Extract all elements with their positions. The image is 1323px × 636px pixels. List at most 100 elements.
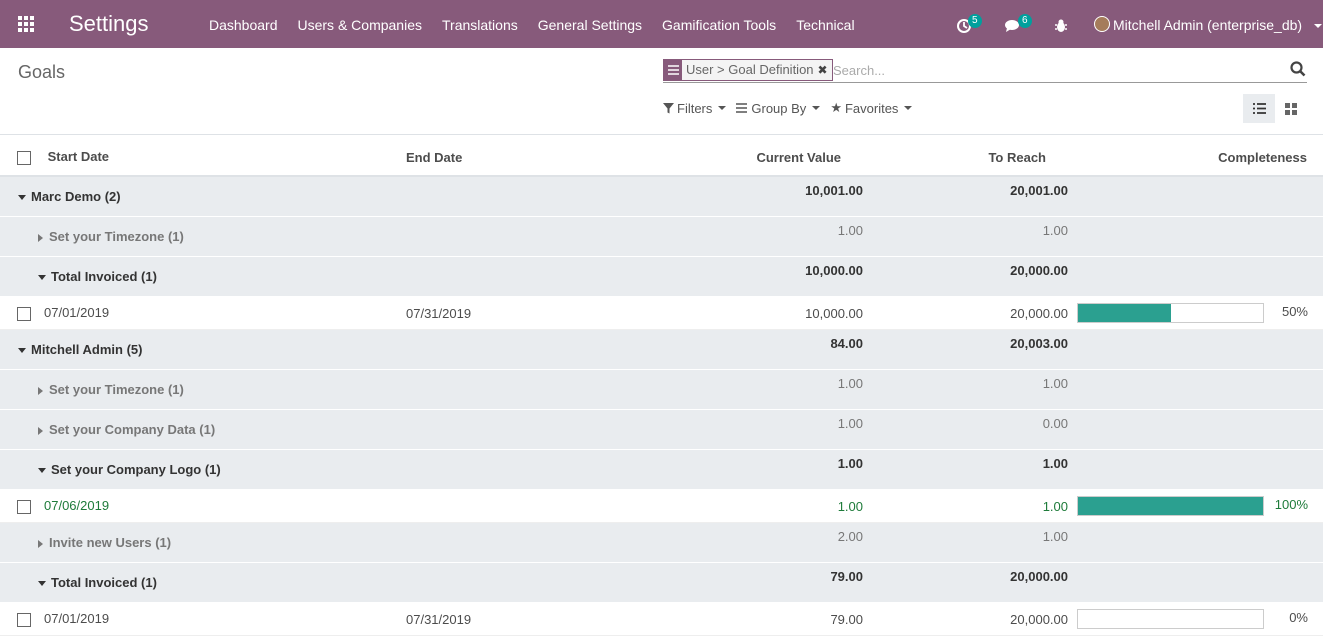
- column-current-value[interactable]: Current Value: [706, 139, 863, 177]
- group-to-reach: 20,001.00: [863, 176, 1068, 217]
- end-date: [406, 489, 706, 523]
- group-to-reach: 1.00: [863, 522, 1068, 563]
- menu-item-translations[interactable]: Translations: [432, 0, 528, 48]
- group-row[interactable]: Set your Company Logo (1) 1.00 1.00: [0, 449, 1323, 490]
- breadcrumb: Goals: [18, 62, 66, 82]
- apps-menu-icon[interactable]: [18, 16, 36, 32]
- progress-bar: [1077, 609, 1264, 629]
- group-current-value: 1.00: [706, 449, 863, 490]
- group-row[interactable]: Set your Company Data (1) 1.00 0.00: [0, 409, 1323, 450]
- user-menu[interactable]: Mitchell Admin (enterprise_db): [1113, 0, 1322, 48]
- kanban-view-button[interactable]: [1275, 94, 1307, 123]
- row-checkbox[interactable]: [17, 612, 31, 627]
- group-by-dropdown[interactable]: Group By: [736, 100, 821, 116]
- list-icon: [1252, 103, 1266, 114]
- search-options: Filters Group By ★ Favorites: [663, 100, 922, 116]
- menu-item-gamification-tools[interactable]: Gamification Tools: [652, 0, 786, 48]
- select-all-checkbox[interactable]: [17, 150, 31, 165]
- menu-item-technical[interactable]: Technical: [786, 0, 864, 48]
- group-by-facet-icon: [664, 60, 682, 80]
- caret-down-icon: [38, 468, 46, 474]
- current-value: 10,000.00: [706, 296, 863, 330]
- caret-right-icon: [38, 233, 43, 242]
- group-current-value: 2.00: [706, 522, 863, 563]
- menu-item-users-companies[interactable]: Users & Companies: [288, 0, 433, 48]
- start-date: 07/06/2019: [44, 498, 110, 514]
- search-facet-value: User > Goal Definition: [682, 60, 818, 80]
- caret-right-icon: [38, 539, 43, 548]
- group-row[interactable]: Set your Timezone (1) 1.00 1.00: [0, 216, 1323, 257]
- list-header: Start Date End Date Current Value To Rea…: [0, 139, 1323, 177]
- caret-down-icon: [1313, 24, 1322, 29]
- facet-remove-icon[interactable]: ✖: [817, 60, 832, 80]
- bug-icon: [1055, 19, 1067, 32]
- list-view-button[interactable]: [1243, 94, 1275, 123]
- group-to-reach: 20,000.00: [863, 256, 1068, 297]
- column-completeness[interactable]: Completeness: [1068, 139, 1323, 177]
- main-navbar: Settings Dashboard Users & Companies Tra…: [0, 0, 1323, 48]
- filters-dropdown[interactable]: Filters: [663, 100, 727, 116]
- table-row[interactable]: 07/06/2019 1.00 1.00 100%: [0, 489, 1323, 523]
- goals-list: Start Date End Date Current Value To Rea…: [0, 139, 1323, 636]
- completeness-value: 0%: [1289, 610, 1308, 626]
- group-current-value: 84.00: [706, 329, 863, 370]
- table-row[interactable]: 07/01/2019 07/31/2019 79.00 20,000.00 0%: [0, 602, 1323, 636]
- progress-fill: [1078, 497, 1263, 515]
- to-reach: 1.00: [863, 489, 1068, 523]
- to-reach: 20,000.00: [863, 296, 1068, 330]
- caret-right-icon: [38, 386, 43, 395]
- view-switcher: [1243, 94, 1307, 123]
- group-label: Invite new Users (1): [49, 535, 172, 550]
- user-avatar: [1094, 16, 1110, 32]
- menu-item-general-settings[interactable]: General Settings: [528, 0, 652, 48]
- group-to-reach: 1.00: [863, 369, 1068, 410]
- group-row[interactable]: Total Invoiced (1) 10,000.00 20,000.00: [0, 256, 1323, 297]
- group-row[interactable]: Mitchell Admin (5) 84.00 20,003.00: [0, 329, 1323, 370]
- search-input[interactable]: [833, 60, 1273, 80]
- app-title: Settings: [69, 11, 149, 36]
- start-date: 07/01/2019: [44, 305, 110, 321]
- group-to-reach: 20,003.00: [863, 329, 1068, 370]
- group-row[interactable]: Invite new Users (1) 2.00 1.00: [0, 522, 1323, 563]
- column-to-reach[interactable]: To Reach: [863, 139, 1068, 177]
- group-label: Total Invoiced (1): [51, 269, 157, 284]
- search-icon[interactable]: [1289, 60, 1307, 78]
- group-to-reach: 0.00: [863, 409, 1068, 450]
- current-value: 79.00: [706, 602, 863, 636]
- main-menu: Dashboard Users & Companies Translations…: [199, 0, 865, 48]
- group-to-reach: 1.00: [863, 449, 1068, 490]
- search-bar: User > Goal Definition ✖: [663, 58, 1307, 83]
- group-row[interactable]: Set your Timezone (1) 1.00 1.00: [0, 369, 1323, 410]
- group-label: Set your Timezone (1): [49, 229, 184, 244]
- menu-item-dashboard[interactable]: Dashboard: [199, 0, 288, 48]
- favorites-dropdown[interactable]: ★ Favorites: [830, 100, 913, 116]
- end-date: 07/31/2019: [406, 602, 706, 636]
- group-row[interactable]: Marc Demo (2) 10,001.00 20,001.00: [0, 176, 1323, 217]
- group-current-value: 1.00: [706, 369, 863, 410]
- search-facet: User > Goal Definition ✖: [663, 59, 833, 81]
- completeness-value: 50%: [1281, 304, 1308, 320]
- group-label: Set your Company Data (1): [49, 422, 216, 437]
- end-date: 07/31/2019: [406, 296, 706, 330]
- start-date: 07/01/2019: [44, 611, 110, 627]
- to-reach: 20,000.00: [863, 602, 1068, 636]
- group-label: Set your Company Logo (1): [51, 462, 221, 477]
- row-checkbox[interactable]: [17, 499, 31, 514]
- control-panel: Goals User > Goal Definition ✖ Filters G…: [0, 48, 1323, 135]
- debug-menu[interactable]: [1054, 0, 1068, 48]
- group-current-value: 1.00: [706, 409, 863, 450]
- caret-right-icon: [38, 426, 43, 435]
- column-start-date[interactable]: Start Date: [0, 139, 406, 177]
- group-by-label: Group By: [751, 100, 807, 116]
- filter-icon: [663, 102, 674, 113]
- table-row[interactable]: 07/01/2019 07/31/2019 10,000.00 20,000.00 50…: [0, 296, 1323, 330]
- caret-down-icon: [38, 275, 46, 281]
- row-checkbox[interactable]: [17, 306, 31, 321]
- completeness-value: 100%: [1274, 497, 1308, 513]
- star-icon: ★: [830, 100, 842, 115]
- current-value: 1.00: [706, 489, 863, 523]
- grid-icon: [1285, 102, 1297, 115]
- list-body: Marc Demo (2) 10,001.00 20,001.00 Set your …: [0, 176, 1323, 636]
- column-end-date[interactable]: End Date: [406, 139, 706, 177]
- group-label: Marc Demo (2): [31, 189, 121, 204]
